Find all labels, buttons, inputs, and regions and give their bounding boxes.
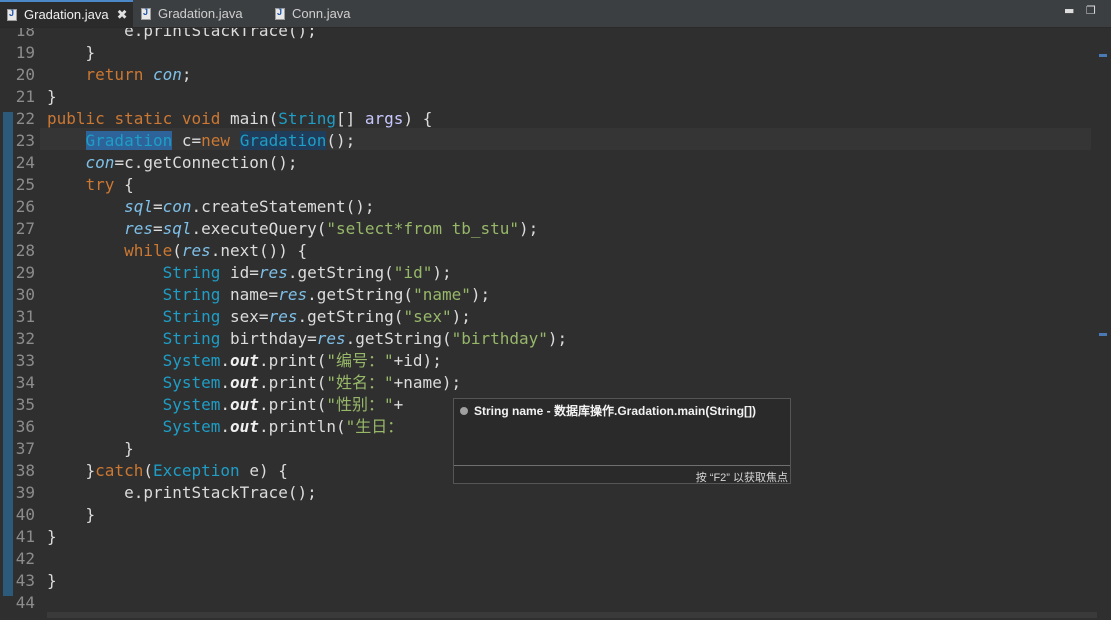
line-number: 18	[15, 28, 35, 40]
code-line[interactable]: }catch(Exception e) {	[47, 460, 288, 482]
code-line[interactable]: con=c.getConnection();	[47, 152, 298, 174]
line-number: 36	[15, 417, 35, 436]
code-line[interactable]: System.out.print("编号："+id);	[47, 350, 442, 372]
code-line[interactable]: System.out.print("性别："+	[47, 394, 404, 416]
tab-conn-java[interactable]: Conn.java	[268, 0, 398, 27]
line-number: 43	[15, 571, 35, 590]
tooltip-signature: String name - 数据库操作.Gradation.main(Strin…	[474, 404, 757, 418]
line-number: 26	[15, 197, 35, 216]
line-number: 37	[15, 439, 35, 458]
line-number: 42	[15, 549, 35, 568]
line-number: 32	[15, 329, 35, 348]
line-number: 23	[15, 131, 35, 150]
line-number: 30	[15, 285, 35, 304]
code-line[interactable]: System.out.print("姓名："+name);	[47, 372, 462, 394]
line-number: 38	[15, 461, 35, 480]
code-line[interactable]: String name=res.getString("name");	[47, 284, 491, 306]
local-variable-icon	[460, 406, 468, 415]
java-file-icon	[275, 7, 285, 20]
code-line[interactable]: sql=con.createStatement();	[47, 196, 374, 218]
code-line[interactable]: res=sql.executeQuery("select*from tb_stu…	[47, 218, 538, 240]
line-number: 35	[15, 395, 35, 414]
code-line[interactable]: }	[47, 42, 96, 64]
code-line[interactable]: }	[47, 504, 96, 526]
line-number: 25	[15, 175, 35, 194]
line-number: 19	[15, 43, 35, 62]
code-line[interactable]: String sex=res.getString("sex");	[47, 306, 471, 328]
line-number: 41	[15, 527, 35, 546]
tab-label: Gradation.java	[158, 6, 243, 21]
code-line[interactable]: }	[47, 570, 57, 592]
restore-icon[interactable]: ❐	[1086, 4, 1096, 17]
line-number: 40	[15, 505, 35, 524]
code-line[interactable]: }	[47, 438, 134, 460]
line-number: 31	[15, 307, 35, 326]
line-number: 28	[15, 241, 35, 260]
tab-gradation-java-active[interactable]: Gradation.java ✖	[0, 0, 133, 27]
line-number: 22	[15, 109, 35, 128]
overview-marker[interactable]	[1099, 54, 1107, 57]
code-line[interactable]: try {	[47, 174, 134, 196]
line-number: 33	[15, 351, 35, 370]
overview-marker[interactable]	[1099, 333, 1107, 336]
tab-label: Gradation.java	[24, 7, 109, 22]
line-number: 44	[15, 593, 35, 612]
code-line[interactable]: while(res.next()) {	[47, 240, 307, 262]
close-icon[interactable]: ✖	[117, 7, 128, 23]
horizontal-scrollbar[interactable]	[47, 612, 1097, 618]
code-line[interactable]: return con;	[47, 64, 192, 86]
tooltip-header: String name - 数据库操作.Gradation.main(Strin…	[460, 402, 756, 419]
minimize-icon[interactable]: ▬	[1064, 4, 1074, 17]
code-line[interactable]: }	[47, 86, 57, 108]
code-line[interactable]: e.printStackTrace();	[47, 482, 317, 504]
tooltip-focus-hint: 按 “F2” 以获取焦点	[695, 472, 788, 484]
tab-gradation-java[interactable]: Gradation.java	[134, 0, 269, 27]
line-number: 24	[15, 153, 35, 172]
line-number: 27	[15, 219, 35, 238]
java-file-icon	[141, 7, 151, 20]
java-file-icon	[7, 8, 17, 21]
code-line[interactable]: Gradation c=new Gradation();	[47, 130, 355, 152]
code-line[interactable]: System.out.println("生日：	[47, 416, 404, 438]
code-line[interactable]: e.printStackTrace();	[47, 28, 317, 42]
code-line[interactable]: String id=res.getString("id");	[47, 262, 452, 284]
code-line[interactable]: }	[47, 526, 57, 548]
line-number: 21	[15, 87, 35, 106]
code-line[interactable]: public static void main(String[] args) {	[47, 108, 432, 130]
line-number: 39	[15, 483, 35, 502]
tooltip-divider	[454, 465, 790, 466]
vertical-scrollbar[interactable]	[1095, 28, 1111, 620]
code-line[interactable]: String birthday=res.getString("birthday"…	[47, 328, 568, 350]
line-number: 29	[15, 263, 35, 282]
editor-tab-bar: Gradation.java ✖ Gradation.java Conn.jav…	[0, 0, 1111, 28]
tab-label: Conn.java	[292, 6, 351, 21]
line-number: 34	[15, 373, 35, 392]
hover-tooltip[interactable]: String name - 数据库操作.Gradation.main(Strin…	[453, 398, 791, 484]
code-editor[interactable]: 18 19 20 21 22 23 24 25 26 27 28 29 30 3…	[0, 28, 1111, 620]
line-number: 20	[15, 65, 35, 84]
